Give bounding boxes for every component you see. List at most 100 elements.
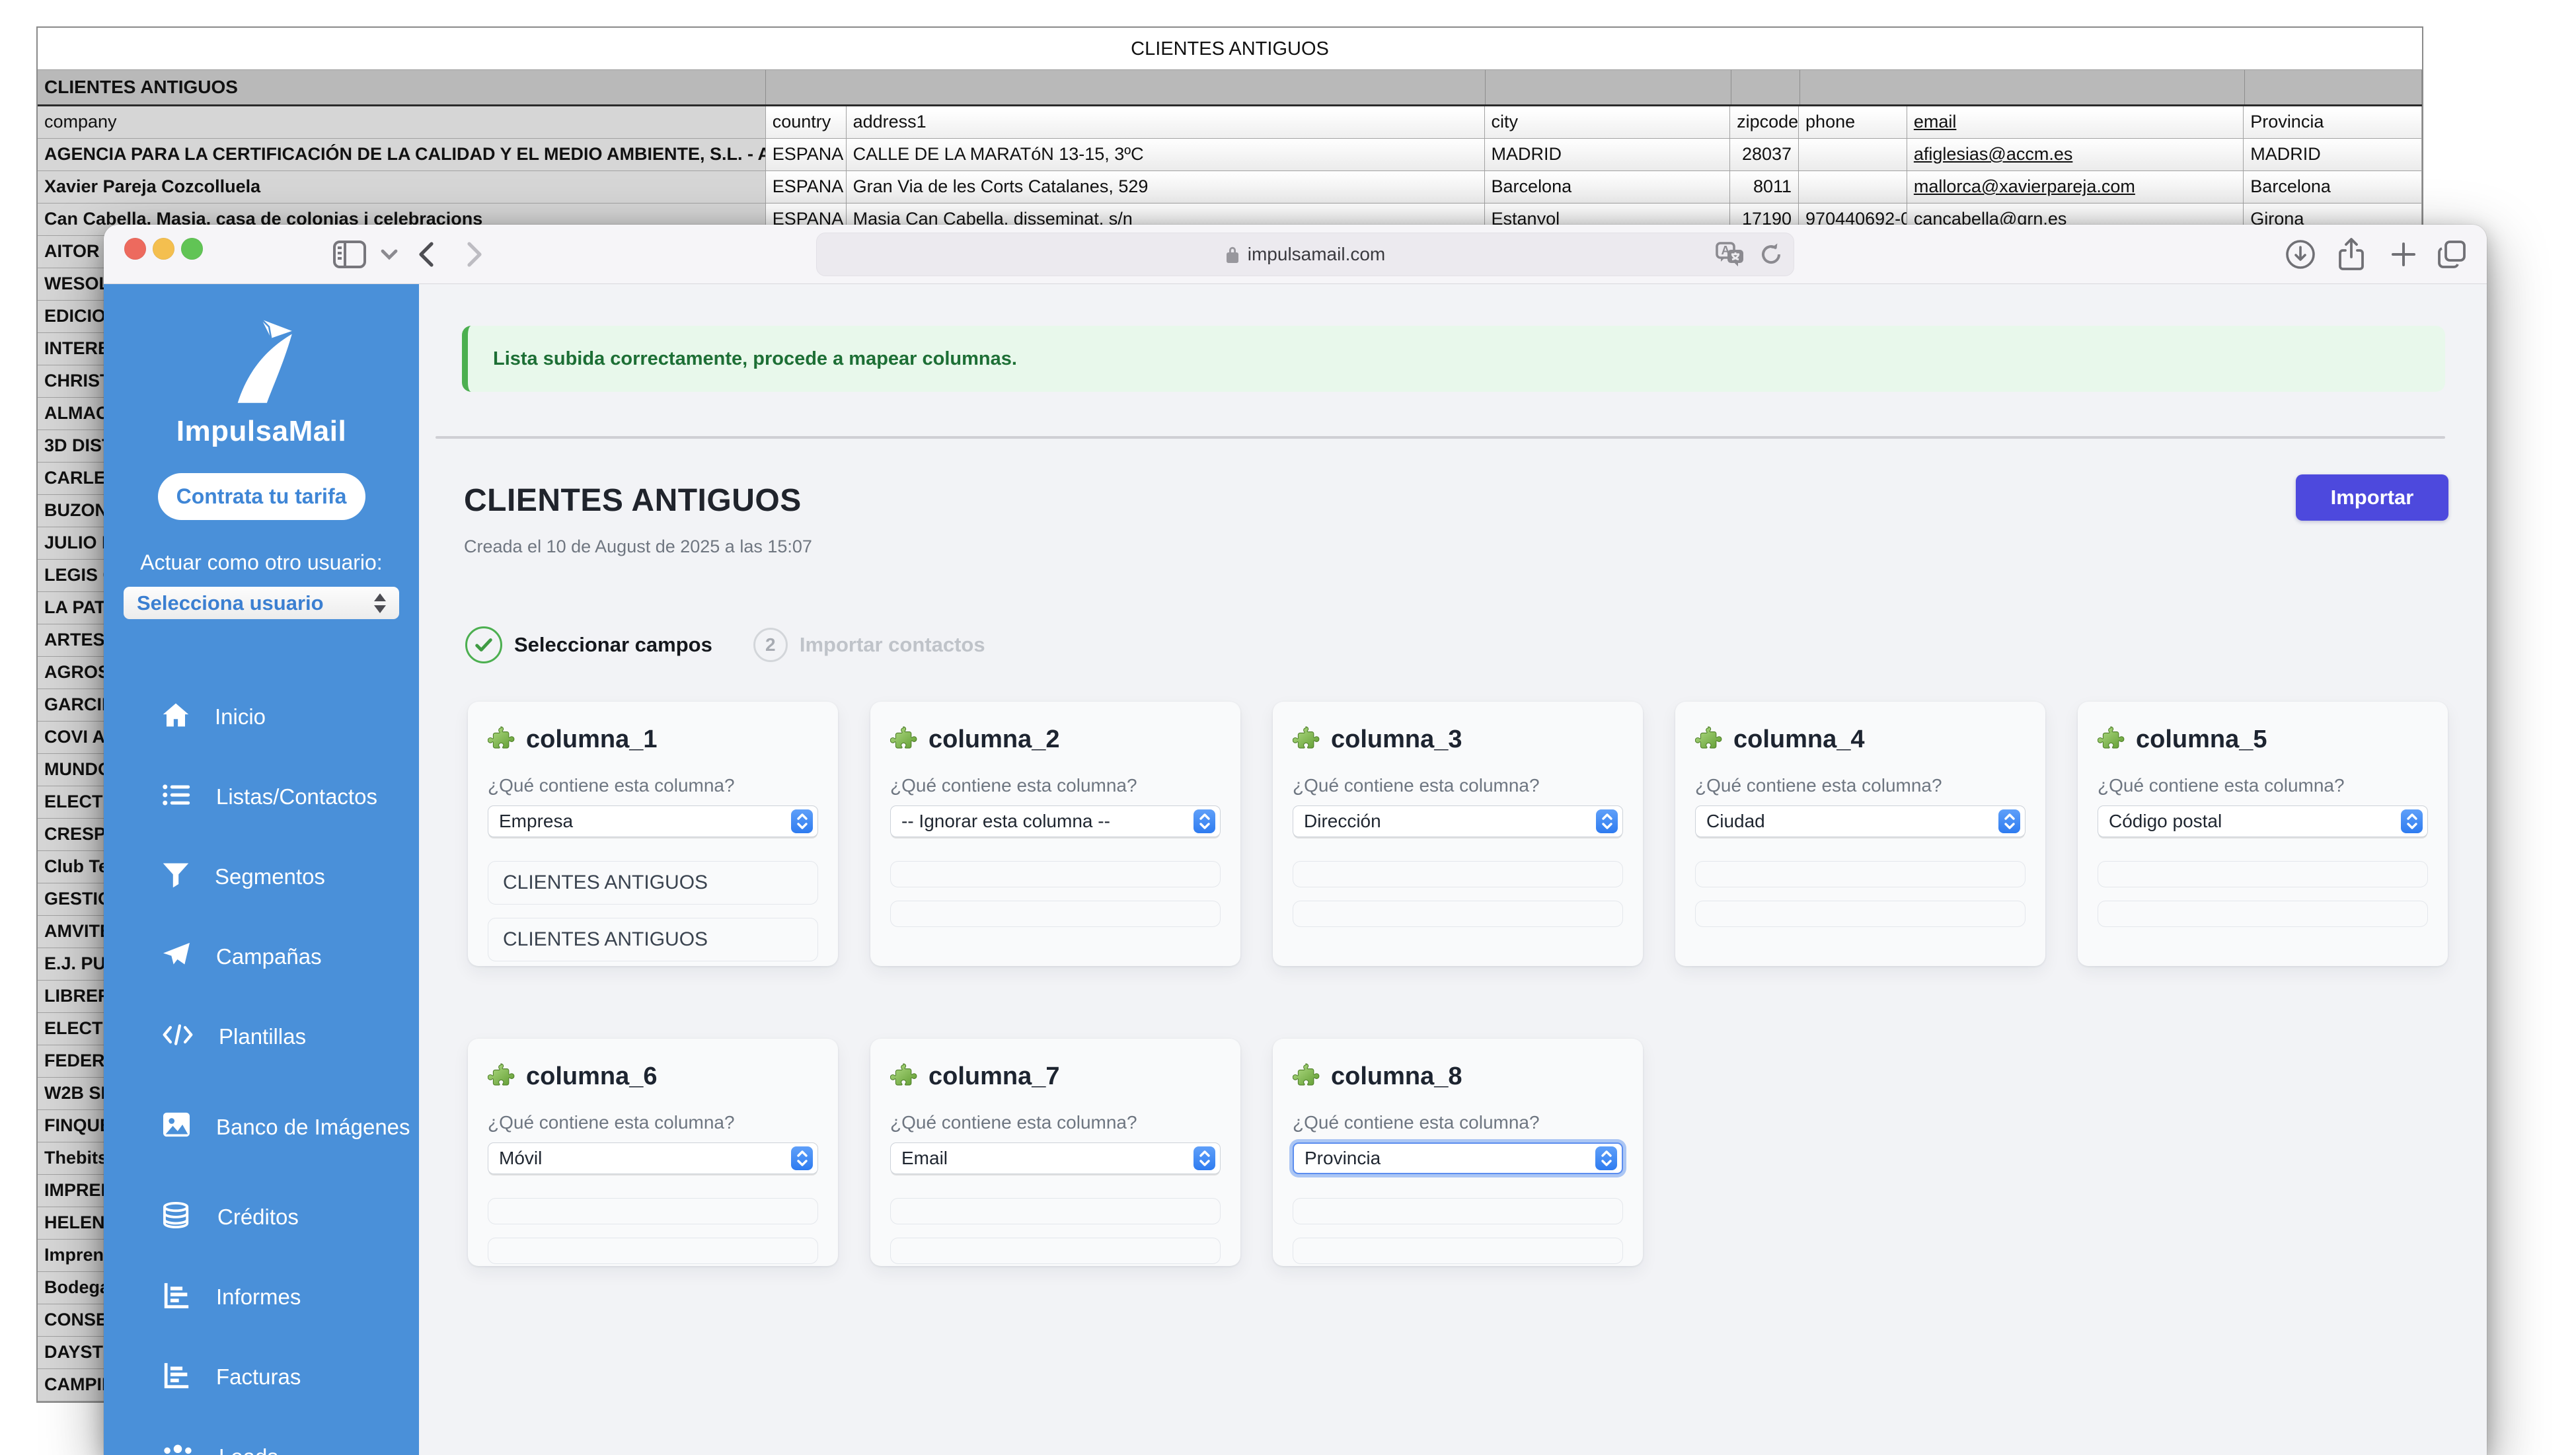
sheet-cell: afiglesias@accm.es: [1907, 139, 2244, 170]
column-field-select[interactable]: Código postal: [2098, 805, 2428, 837]
column-field-select[interactable]: Email: [890, 1142, 1221, 1174]
sheet-band-cell: [1731, 70, 1800, 104]
sample-value-box: [488, 1238, 818, 1264]
puzzle-icon: [1293, 1061, 1320, 1092]
puzzle-icon: [890, 724, 918, 755]
sidebar-item-label: Campañas: [216, 944, 322, 970]
sheet-cell: phone: [1799, 106, 1907, 138]
sheet-cell: 8011: [1730, 171, 1799, 203]
close-window-button[interactable]: [124, 238, 146, 260]
column-field-value: Móvil: [499, 1148, 542, 1169]
column-question-label: ¿Qué contiene esta columna?: [890, 775, 1221, 796]
sidebar-item-inicio[interactable]: Inicio: [104, 677, 419, 757]
sidebar-item-plantillas[interactable]: Plantillas: [104, 997, 419, 1077]
column-card-columna_8: columna_8¿Qué contiene esta columna?Prov…: [1273, 1039, 1643, 1266]
sidebar-item-listas-contactos[interactable]: Listas/Contactos: [104, 757, 419, 837]
contrata-tarifa-button[interactable]: Contrata tu tarifa: [158, 473, 365, 520]
sample-value-box: [1293, 861, 1623, 887]
sheet-row: Xavier Pareja CozcolluelaESPANAGran Via …: [38, 171, 2422, 204]
column-field-value: Ciudad: [1706, 811, 1765, 832]
sheet-cell-company: company: [38, 106, 766, 138]
step-label: Seleccionar campos: [514, 633, 712, 657]
step-number: 2: [753, 628, 788, 662]
coins-icon: [162, 1202, 192, 1234]
sheet-cell: 28037: [1730, 139, 1799, 170]
column-field-select[interactable]: Empresa: [488, 805, 818, 837]
success-banner-text: Lista subida correctamente, procede a ma…: [493, 348, 1017, 370]
select-stepper-icon: [1596, 809, 1618, 833]
sidebar-item-informes[interactable]: Informes: [104, 1257, 419, 1337]
sidebar-item-segmentos[interactable]: Segmentos: [104, 837, 419, 917]
tab-overview-icon[interactable]: [2435, 225, 2468, 284]
sidebar-item-label: Informes: [216, 1284, 301, 1310]
translate-icon[interactable]: A: [1716, 242, 1745, 267]
sheet-cell: ESPANA: [766, 171, 847, 203]
column-card-columna_3: columna_3¿Qué contiene esta columna?Dire…: [1273, 702, 1643, 966]
sheet-cell: Gran Via de les Corts Catalanes, 529: [847, 171, 1485, 203]
sample-value-box: [1293, 1198, 1623, 1224]
puzzle-icon: [488, 724, 515, 755]
column-field-select[interactable]: Móvil: [488, 1142, 818, 1174]
column-card-columna_5: columna_5¿Qué contiene esta columna?Códi…: [2078, 702, 2448, 966]
zoom-window-button[interactable]: [181, 238, 203, 260]
sidebar-item-cr-ditos[interactable]: Créditos: [104, 1177, 419, 1257]
user-select[interactable]: Selecciona usuario: [124, 587, 399, 619]
app-sidebar: ImpulsaMail Contrata tu tarifa Actuar co…: [104, 284, 419, 1455]
sheet-band-cell: CLIENTES ANTIGUOS: [38, 70, 766, 104]
sheet-cell: Barcelona: [1485, 171, 1731, 203]
column-card-title: columna_8: [1331, 1063, 1462, 1091]
sample-value-box: [2098, 861, 2428, 887]
reload-icon[interactable]: [1759, 241, 1783, 268]
sample-value-box: [2098, 901, 2428, 927]
address-bar[interactable]: impulsamail.com A: [816, 233, 1794, 276]
sheet-band: CLIENTES ANTIGUOS: [38, 70, 2422, 106]
funnel-icon: [162, 862, 190, 893]
lock-icon: [1225, 244, 1240, 264]
sidebar-toggle-icon[interactable]: [332, 225, 367, 284]
sidebar-item-leads[interactable]: Leads: [104, 1417, 419, 1455]
column-field-select[interactable]: Dirección: [1293, 805, 1623, 837]
sample-value-box: [890, 1238, 1221, 1264]
column-field-select[interactable]: -- Ignorar esta columna --: [890, 805, 1221, 837]
share-icon[interactable]: [2336, 225, 2367, 284]
sheet-cell: MADRID: [2244, 139, 2422, 170]
column-question-label: ¿Qué contiene esta columna?: [488, 1112, 818, 1133]
sheet-title: CLIENTES ANTIGUOS: [38, 28, 2422, 70]
new-tab-icon[interactable]: [2389, 225, 2418, 284]
sheet-cell: Provincia: [2244, 106, 2422, 138]
forward-button[interactable]: [464, 225, 486, 284]
column-field-select[interactable]: Provincia: [1293, 1142, 1623, 1174]
safari-window: impulsamail.com A: [104, 225, 2487, 1455]
sheet-cell: MADRID: [1485, 139, 1731, 170]
chevron-down-icon[interactable]: [380, 225, 398, 284]
email-link: email: [1914, 112, 1957, 131]
column-card-title: columna_2: [928, 726, 1060, 754]
sheet-cell: zipcode: [1730, 106, 1799, 138]
select-stepper-icon: [1595, 1146, 1617, 1170]
puzzle-icon: [890, 1061, 918, 1092]
sample-value-box: [890, 861, 1221, 887]
image-icon: [162, 1111, 191, 1143]
page-title: CLIENTES ANTIGUOS: [464, 482, 802, 519]
back-button[interactable]: [414, 225, 437, 284]
column-field-select[interactable]: Ciudad: [1695, 805, 2026, 837]
import-button[interactable]: Importar: [2296, 474, 2448, 521]
sidebar-item-facturas[interactable]: Facturas: [104, 1337, 419, 1417]
column-question-label: ¿Qué contiene esta columna?: [890, 1112, 1221, 1133]
sheet-cell: country: [766, 106, 847, 138]
column-card-title: columna_1: [526, 726, 658, 754]
minimize-window-button[interactable]: [153, 238, 174, 260]
sidebar-item-label: Segmentos: [215, 864, 325, 890]
users-icon: [162, 1442, 194, 1455]
column-card-columna_1: columna_1¿Qué contiene esta columna?Empr…: [468, 702, 838, 966]
column-card-title: columna_4: [1733, 726, 1865, 754]
sample-value-box: [1293, 1238, 1623, 1264]
column-card-title: columna_6: [526, 1063, 658, 1091]
email-link: afiglesias@accm.es: [1914, 144, 2073, 164]
sidebar-item-banco-de-im-genes[interactable]: Banco de Imágenes: [104, 1077, 419, 1177]
sidebar-item-label: Leads: [219, 1444, 278, 1455]
sample-value-box: [890, 901, 1221, 927]
column-card-columna_6: columna_6 ¿Qué contiene esta columna? Móvi…: [468, 1039, 838, 1266]
sidebar-item-campa-as[interactable]: Campañas: [104, 917, 419, 997]
downloads-icon[interactable]: [2285, 225, 2316, 284]
